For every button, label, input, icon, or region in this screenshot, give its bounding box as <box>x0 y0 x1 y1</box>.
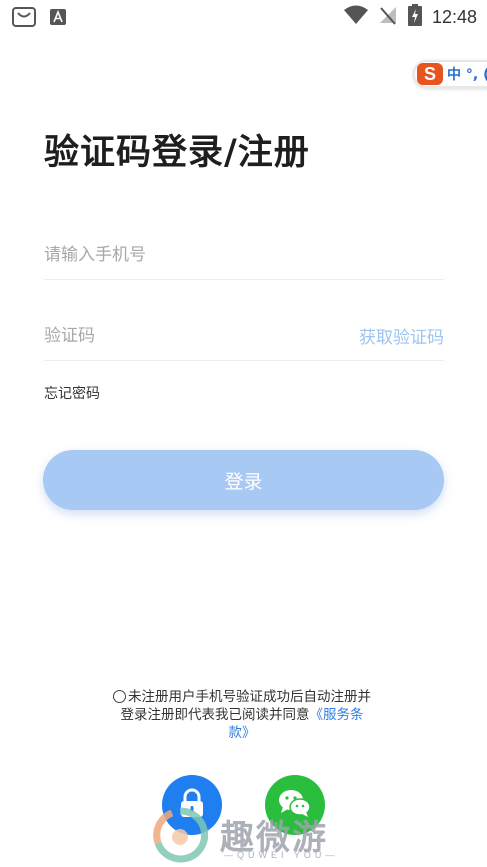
code-input[interactable] <box>44 325 359 346</box>
agreement-line-2: 登录注册即代表我已阅读并同意《服务条 <box>92 706 392 724</box>
agreement-line-1-text: 未注册用户手机号验证成功后自动注册并 <box>128 689 371 705</box>
site-watermark: 趣微游 —QUWEI YOU— <box>150 805 350 867</box>
ime-floating-badge[interactable]: S 中 °, ( <box>413 60 487 88</box>
watermark-logo-icon <box>153 807 209 863</box>
font-notification-icon <box>50 9 66 29</box>
phone-field-row <box>44 230 444 280</box>
wifi-icon <box>343 5 368 29</box>
get-code-button[interactable]: 获取验证码 <box>359 323 444 348</box>
battery-charging-icon <box>407 4 422 30</box>
status-time: 12:48 <box>431 6 477 27</box>
page-title: 验证码登录/注册 <box>44 133 310 173</box>
agreement-line-2-text: 登录注册即代表我已阅读并同意 <box>120 707 310 723</box>
agreement-line-3: 款》 <box>92 724 392 742</box>
forgot-password-link[interactable]: 忘记密码 <box>44 383 100 403</box>
store-notification-icon <box>12 6 36 32</box>
watermark-subtext: —QUWEI YOU— <box>224 850 339 860</box>
agree-radio[interactable] <box>113 690 126 703</box>
no-signal-icon <box>378 5 398 29</box>
ime-mode-text: 中 °, ( <box>447 67 487 83</box>
service-terms-link[interactable]: 《服务条 <box>310 707 364 723</box>
code-field-row: 获取验证码 <box>44 311 444 361</box>
login-screen: 12:48 S 中 °, ( 验证码登录/注册 获取验证码 忘记密码 登录 未注… <box>0 0 487 867</box>
sogou-logo-icon: S <box>417 63 443 85</box>
phone-input[interactable] <box>44 244 444 265</box>
status-bar: 12:48 <box>0 0 487 34</box>
agreement-text: 未注册用户手机号验证成功后自动注册并 登录注册即代表我已阅读并同意《服务条 款》 <box>92 688 392 742</box>
service-terms-link-cont[interactable]: 款》 <box>229 725 256 741</box>
agreement-line-1: 未注册用户手机号验证成功后自动注册并 <box>92 688 392 706</box>
login-button[interactable]: 登录 <box>43 450 444 510</box>
